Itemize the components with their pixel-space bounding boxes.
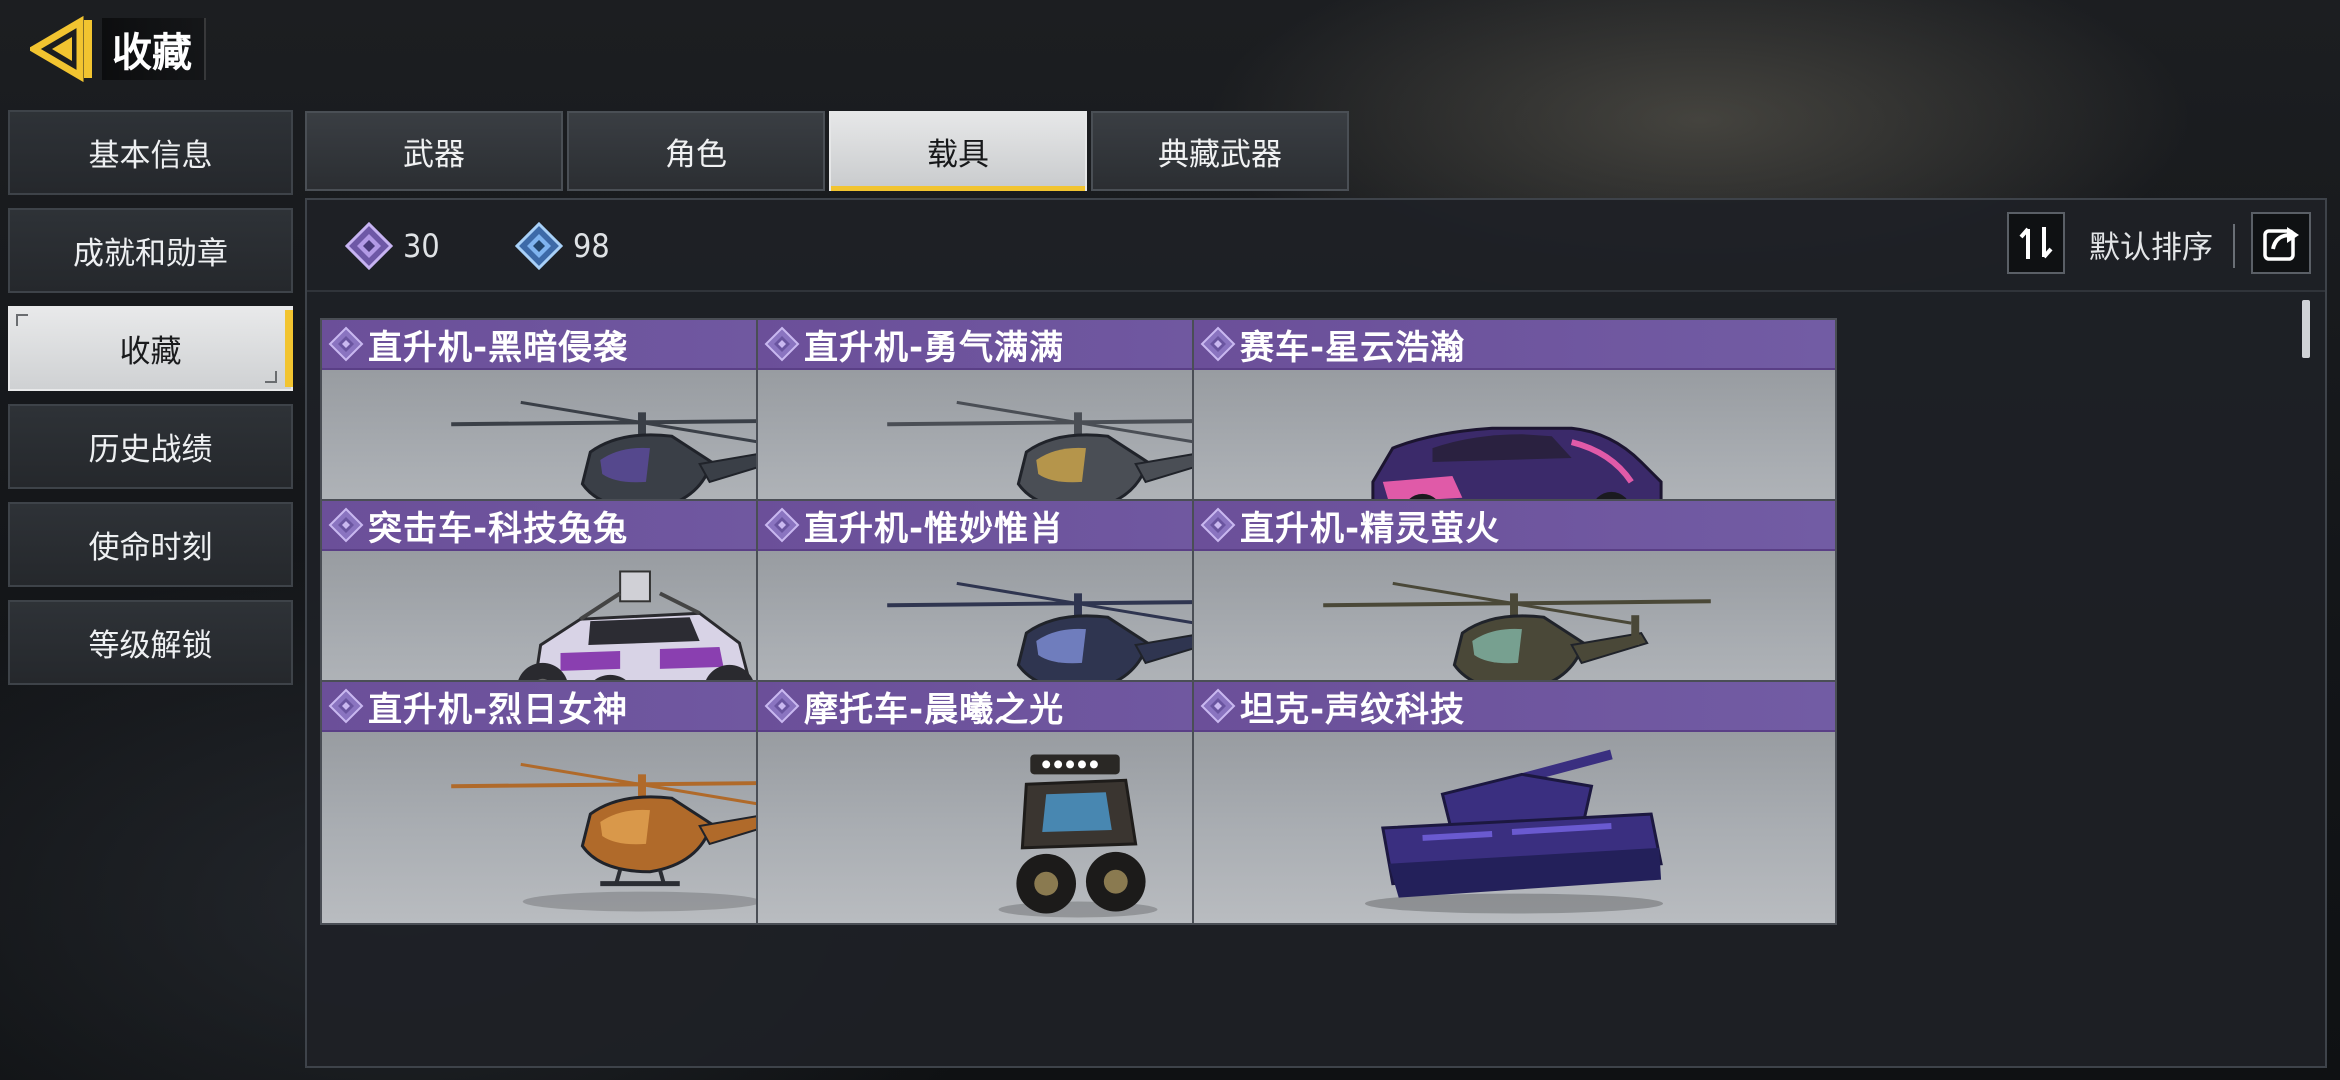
vehicle-card[interactable]: 坦克-声纹科技	[1192, 680, 1837, 925]
page-title: 收藏	[102, 18, 206, 80]
vehicle-card-header: 直升机-精灵萤火	[1194, 501, 1835, 551]
side-item-label: 收藏	[119, 334, 182, 370]
stats-bar: 30 98 默认排序	[307, 200, 2325, 292]
purple-diamond-icon	[345, 222, 393, 270]
vehicle-card-title: 直升机-惟妙惟肖	[804, 508, 1065, 549]
share-button[interactable]	[2251, 212, 2311, 274]
side-item-label: 等级解锁	[88, 628, 213, 664]
share-icon	[2263, 227, 2299, 261]
side-item-level-unlock[interactable]: 等级解锁	[8, 600, 293, 685]
back-button[interactable]	[30, 14, 98, 84]
sort-swap-icon	[2019, 227, 2053, 259]
vehicle-card-title: 直升机-精灵萤火	[1240, 508, 1501, 549]
tab-label: 武器	[403, 136, 465, 173]
tab-collector-weapons[interactable]: 典藏武器	[1091, 111, 1349, 191]
corner-decoration	[265, 371, 277, 383]
tab-label: 角色	[665, 136, 727, 173]
tab-label: 典藏武器	[1158, 136, 1282, 173]
scrollbar[interactable]	[2302, 300, 2310, 1060]
sort-toggle-button[interactable]	[2007, 212, 2065, 274]
diamond-rarity-icon	[328, 507, 364, 543]
diamond-rarity-icon	[1200, 688, 1236, 724]
side-item-label: 基本信息	[88, 138, 213, 174]
tab-weapons[interactable]: 武器	[305, 111, 563, 191]
vehicle-card-header: 坦克-声纹科技	[1194, 682, 1835, 732]
side-menu: 基本信息 成就和勋章 收藏 历史战绩 使命时刻 等级解锁	[8, 110, 293, 698]
side-item-achievements[interactable]: 成就和勋章	[8, 208, 293, 293]
diamond-rarity-icon	[328, 688, 364, 724]
side-item-collection[interactable]: 收藏	[8, 306, 293, 391]
side-item-basic-info[interactable]: 基本信息	[8, 110, 293, 195]
tab-vehicles[interactable]: 载具	[829, 111, 1087, 191]
divider	[2233, 224, 2235, 268]
diamond-rarity-icon	[764, 507, 800, 543]
active-indicator	[285, 310, 293, 387]
diamond-rarity-icon	[1200, 326, 1236, 362]
vehicle-card-title: 突击车-科技兔兔	[368, 508, 629, 549]
side-item-mission-moments[interactable]: 使命时刻	[8, 502, 293, 587]
side-item-label: 使命时刻	[88, 530, 213, 566]
blue-diamond-icon	[515, 222, 563, 270]
blue-count: 98	[573, 227, 610, 265]
diamond-rarity-icon	[764, 326, 800, 362]
diamond-rarity-icon	[764, 688, 800, 724]
side-item-label: 历史战绩	[88, 432, 213, 468]
corner-decoration	[16, 314, 28, 326]
side-item-history[interactable]: 历史战绩	[8, 404, 293, 489]
blue-rarity-count: 98	[515, 222, 610, 270]
vehicle-card-title: 摩托车-晨曦之光	[804, 689, 1065, 730]
purple-count: 30	[403, 227, 440, 265]
tank-vehicle-image	[1364, 749, 1664, 914]
header: 收藏	[30, 14, 206, 84]
diamond-rarity-icon	[328, 326, 364, 362]
vehicle-grid: 直升机-黑暗侵袭 直升机-勇气满满 赛车-星云浩瀚 突击车-科技兔兔 直升机-惟妙惟肖直…	[320, 318, 2280, 1066]
vehicle-card-title: 赛车-星云浩瀚	[1240, 327, 1466, 368]
scrollbar-thumb[interactable]	[2302, 300, 2310, 358]
diamond-rarity-icon	[1200, 507, 1236, 543]
back-arrow-icon	[30, 15, 92, 83]
purple-rarity-count: 30	[345, 222, 440, 270]
vehicle-card-title: 直升机-烈日女神	[368, 689, 629, 730]
collection-panel: 30 98 默认排序 直升机-黑暗侵袭 直升机-勇气满满 赛车-星云浩瀚 突击车…	[305, 198, 2327, 1068]
vehicle-card-title: 坦克-声纹科技	[1240, 689, 1466, 730]
category-tabs: 武器 角色 载具 典藏武器	[305, 111, 1353, 191]
vehicle-card-title: 直升机-黑暗侵袭	[368, 327, 629, 368]
sort-dropdown[interactable]: 默认排序	[2089, 222, 2213, 267]
vehicle-card-header: 赛车-星云浩瀚	[1194, 320, 1835, 370]
tab-characters[interactable]: 角色	[567, 111, 825, 191]
side-item-label: 成就和勋章	[73, 236, 228, 272]
tab-label: 载具	[927, 136, 989, 173]
vehicle-card-title: 直升机-勇气满满	[804, 327, 1065, 368]
